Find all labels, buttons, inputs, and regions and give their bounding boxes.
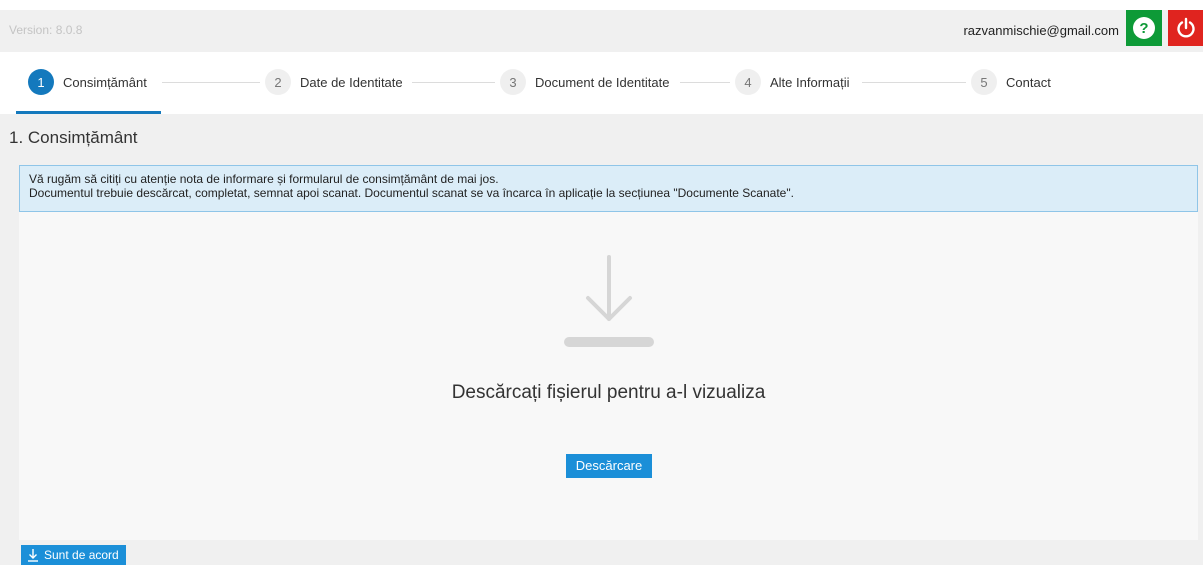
page-title: 1. Consimțământ	[9, 128, 138, 147]
question-icon: ?	[1133, 17, 1155, 39]
step-contact[interactable]: 5 Contact	[971, 68, 1051, 96]
step-number: 5	[971, 69, 997, 95]
step-alte-informatii[interactable]: 4 Alte Informații	[735, 68, 849, 96]
step-number: 1	[28, 69, 54, 95]
logout-button[interactable]	[1168, 10, 1203, 46]
help-button[interactable]: ?	[1126, 10, 1162, 46]
step-consimtamant[interactable]: 1 Consimțământ	[28, 68, 147, 96]
agree-button[interactable]: Sunt de acord	[21, 545, 126, 565]
info-alert: Vă rugăm să citiți cu atenție nota de in…	[19, 165, 1198, 212]
step-connector	[680, 82, 730, 83]
step-label: Alte Informații	[770, 74, 850, 90]
step-number: 4	[735, 69, 761, 95]
step-label: Contact	[1006, 74, 1051, 90]
download-icon	[28, 549, 38, 562]
step-connector	[412, 82, 495, 83]
step-number: 3	[500, 69, 526, 95]
info-line: Documentul trebuie descărcat, completat,…	[29, 186, 794, 200]
info-line: Vă rugăm să citiți cu atenție nota de in…	[29, 172, 499, 186]
user-email: razvanmischie@gmail.com	[963, 23, 1119, 38]
step-date-identitate[interactable]: 2 Date de Identitate	[265, 68, 403, 96]
viewer-message: Descărcați fișierul pentru a-l vizualiza	[451, 382, 766, 403]
agree-label: Sunt de acord	[44, 548, 119, 562]
top-bar: Version: 8.0.8 razvanmischie@gmail.com ?	[0, 10, 1203, 52]
step-connector	[862, 82, 966, 83]
power-icon	[1177, 17, 1195, 38]
download-button[interactable]: Descărcare	[566, 454, 652, 478]
step-document-identitate[interactable]: 3 Document de Identitate	[500, 68, 669, 96]
version-label: Version: 8.0.8	[9, 23, 83, 37]
main-content: 1. Consimțământ Vă rugăm să citiți cu at…	[0, 114, 1203, 565]
step-label: Consimțământ	[63, 74, 147, 90]
step-label: Document de Identitate	[535, 74, 670, 90]
step-connector	[162, 82, 260, 83]
document-viewer: Descărcați fișierul pentru a-l vizualiza…	[19, 212, 1198, 540]
step-number: 2	[265, 69, 291, 95]
step-label: Date de Identitate	[300, 74, 403, 90]
download-icon	[564, 255, 654, 347]
stepper: 1 Consimțământ 2 Date de Identitate 3 Do…	[0, 56, 1203, 114]
